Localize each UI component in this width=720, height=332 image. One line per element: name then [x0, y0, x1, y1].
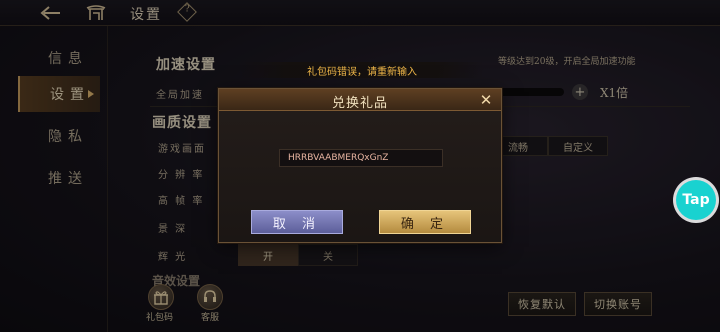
close-icon: ✕: [479, 91, 493, 109]
dialog-title: 兑换礼品: [331, 96, 388, 111]
close-button[interactable]: ✕: [477, 91, 495, 109]
redeem-gift-dialog: 兑换礼品 ✕ HRRBVAABMERQxGnZ 取 消 确 定: [218, 88, 502, 243]
confirm-button[interactable]: 确 定: [379, 210, 471, 234]
gift-code-input[interactable]: HRRBVAABMERQxGnZ: [279, 149, 443, 167]
error-toast: 礼包码错误，请重新输入: [240, 62, 484, 78]
tap-floating-button[interactable]: Tap: [676, 180, 716, 220]
cancel-button[interactable]: 取 消: [251, 210, 343, 234]
